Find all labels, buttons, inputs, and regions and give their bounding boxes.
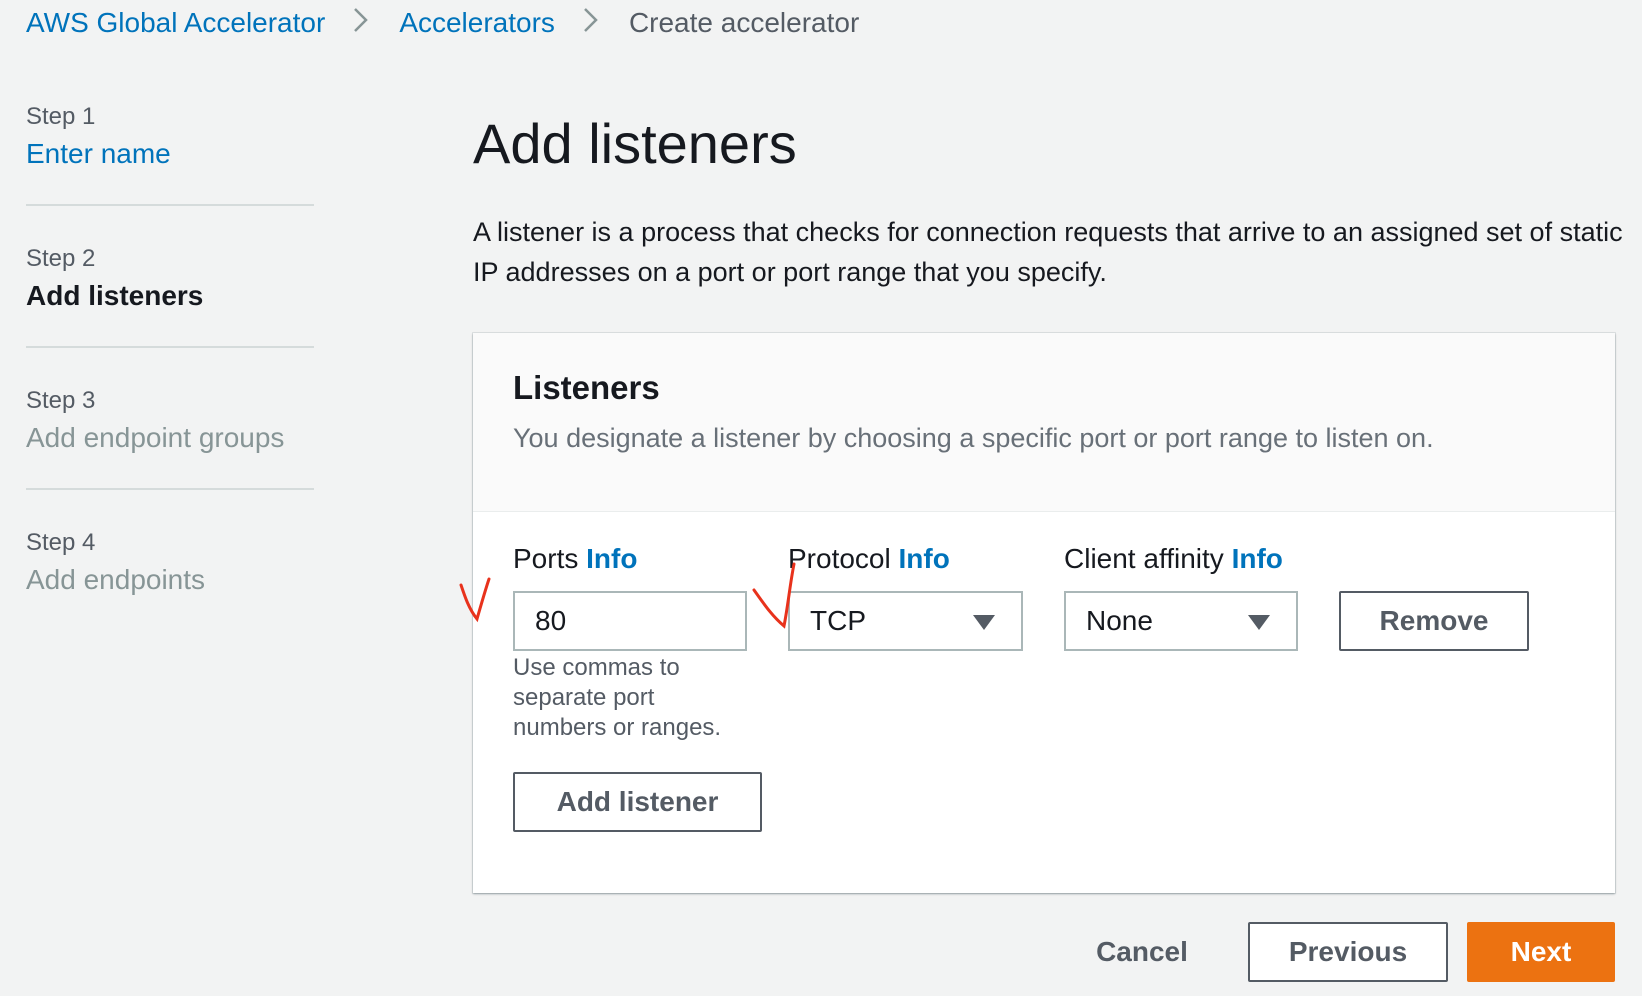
breadcrumb-accelerators[interactable]: Accelerators: [399, 7, 555, 39]
protocol-info-link[interactable]: Info: [899, 543, 950, 574]
listeners-title: Listeners: [513, 369, 660, 406]
step-title-add-endpoints: Add endpoints: [26, 564, 206, 595]
ports-info-link[interactable]: Info: [586, 543, 637, 574]
caret-down-icon: [973, 615, 995, 630]
step-title-add-endpoint-groups: Add endpoint groups: [26, 422, 285, 453]
chevron-right-icon: [353, 7, 369, 40]
listeners-container-header: Listeners You designate a listener by ch…: [473, 333, 1615, 512]
breadcrumb: AWS Global Accelerator Accelerators Crea…: [26, 4, 859, 42]
chevron-right-icon: [583, 7, 599, 40]
wizard-step-3: Step 3 Add endpoint groups: [26, 384, 314, 490]
wizard-step-4: Step 4 Add endpoints: [26, 526, 314, 630]
cancel-button[interactable]: Cancel: [1082, 922, 1202, 982]
step-number: Step 1: [26, 103, 96, 130]
caret-down-icon: [1248, 615, 1270, 630]
client-affinity-select[interactable]: None: [1064, 591, 1298, 651]
ports-hint: Use commas to separate port numbers or r…: [513, 654, 722, 741]
ports-label-text: Ports: [513, 543, 579, 574]
previous-button[interactable]: Previous: [1248, 922, 1448, 982]
protocol-label-text: Protocol: [788, 543, 891, 574]
page-description: A listener is a process that checks for …: [473, 217, 1623, 287]
step-number: Step 3: [26, 387, 96, 414]
add-listener-button[interactable]: Add listener: [513, 772, 762, 832]
step-number: Step 2: [26, 245, 96, 272]
step-title-add-listeners: Add listeners: [26, 280, 204, 311]
protocol-select-value: TCP: [810, 605, 866, 636]
remove-listener-button[interactable]: Remove: [1339, 591, 1529, 651]
listeners-container: Listeners You designate a listener by ch…: [473, 333, 1615, 893]
step-number: Step 4: [26, 529, 96, 556]
next-button[interactable]: Next: [1467, 922, 1615, 982]
protocol-select[interactable]: TCP: [788, 591, 1023, 651]
page-title: Add listeners: [473, 112, 797, 175]
wizard-steps: Step 1 Enter name Step 2 Add listeners S…: [26, 100, 314, 666]
client-affinity-select-value: None: [1086, 605, 1153, 636]
ports-label: Ports Info: [513, 543, 637, 575]
protocol-label: Protocol Info: [788, 543, 950, 575]
ports-input[interactable]: 80: [513, 591, 747, 651]
step-link-enter-name[interactable]: Enter name: [26, 134, 314, 174]
wizard-step-1: Step 1 Enter name: [26, 100, 314, 206]
ports-input-value: 80: [535, 605, 567, 636]
listeners-description: You designate a listener by choosing a s…: [513, 423, 1434, 453]
breadcrumb-aws-global-accelerator[interactable]: AWS Global Accelerator: [26, 7, 325, 39]
wizard-step-2: Step 2 Add listeners: [26, 242, 314, 348]
client-affinity-label: Client affinity Info: [1064, 543, 1283, 575]
client-affinity-label-text: Client affinity: [1064, 543, 1224, 574]
client-affinity-info-link[interactable]: Info: [1232, 543, 1283, 574]
breadcrumb-create-accelerator: Create accelerator: [628, 7, 860, 38]
